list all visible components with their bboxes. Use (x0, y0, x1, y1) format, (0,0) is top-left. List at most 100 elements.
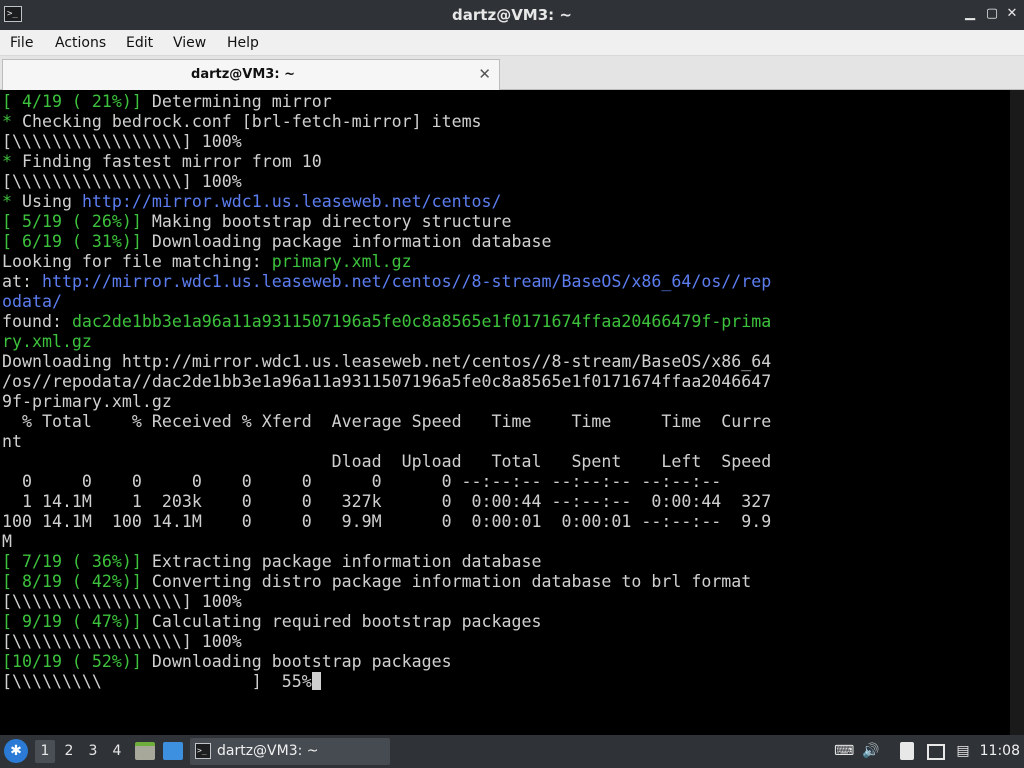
terminal-scrollbar[interactable] (1010, 90, 1024, 735)
volume-icon[interactable]: 🔊 (862, 742, 880, 760)
terminal-line: 100 14.1M 100 14.1M 0 0 9.9M 0 0:00:01 0… (2, 512, 771, 532)
terminal-text-segment: Downloading bootstrap packages (141, 652, 452, 671)
terminal-line: [\\\\\\\\\\\\\\\\\] 100% (2, 132, 771, 152)
terminal-line: ry.xml.gz (2, 332, 771, 352)
menu-edit[interactable]: Edit (126, 30, 153, 56)
terminal-line: 1 14.1M 1 203k 0 0 327k 0 0:00:44 --:--:… (2, 492, 771, 512)
desktop-1-button[interactable]: 1 (35, 740, 55, 763)
terminal-text-segment: [ 7/19 ( 36%)] (2, 552, 142, 571)
terminal-text-segment: Converting distro package information da… (141, 572, 752, 591)
terminal-line: [ 9/19 ( 47%)] Calculating required boot… (2, 612, 771, 632)
terminal-line: [\\\\\\\\\\\\\\\\\] 100% (2, 632, 771, 652)
terminal-line: Looking for file matching: primary.xml.g… (2, 252, 771, 272)
terminal-output: [ 4/19 ( 21%)] Determining mirror * Check… (2, 92, 771, 692)
menu-actions[interactable]: Actions (55, 30, 106, 56)
terminal-line: [ 8/19 ( 42%)] Converting distro package… (2, 572, 771, 592)
terminal-line: Dload Upload Total Spent Left Speed (2, 452, 772, 472)
terminal-text-segment: [ 4/19 ( 21%)] (2, 92, 142, 111)
terminal-line: % Total % Received % Xferd Average Speed… (2, 412, 771, 432)
terminal-text-segment: ry.xml.gz (2, 332, 92, 351)
clock: 11:08 (979, 743, 1020, 759)
terminal-text-segment: at: (2, 272, 42, 291)
menu-view[interactable]: View (173, 30, 206, 56)
tab-title: dartz@VM3: ~ (191, 67, 295, 82)
network-icon[interactable]: ▤ (954, 742, 972, 760)
desktop-2-button[interactable]: 2 (59, 740, 79, 763)
terminal-text-segment: primary.xml.gz (271, 252, 412, 271)
terminal-task-icon: >_ (195, 743, 211, 759)
terminal-line: at: http://mirror.wdc1.us.leaseweb.net/c… (2, 272, 771, 292)
terminal-line: [ 7/19 ( 36%)] Extracting package inform… (2, 552, 771, 572)
terminal-text-segment: Finding fastest mirror from 10 (12, 152, 322, 171)
terminal-line: /os//repodata//dac2de1bb3e1a96a11a931150… (2, 372, 771, 392)
terminal-text-segment: Determining mirror (141, 92, 332, 111)
file-manager-icon[interactable] (135, 742, 155, 760)
maximize-button[interactable]: ▢ (984, 6, 1000, 22)
terminal-line: [\\\\\\\\\ ] 55% (2, 672, 771, 692)
minimize-button[interactable]: ▁ (962, 6, 978, 22)
taskbar-task-terminal[interactable]: >_ dartz@VM3: ~ (190, 738, 390, 765)
terminal-line: [\\\\\\\\\\\\\\\\\] 100% (2, 172, 771, 192)
start-menu-icon[interactable]: ✱ (4, 739, 28, 763)
terminal-text-segment: http://mirror.wdc1.us.leaseweb.net/cento… (81, 192, 502, 211)
terminal-text-segment: [\\\\\\\\\\\\\\\\\] 100% (2, 132, 242, 151)
terminal-text-segment: 0 0 0 0 0 0 0 0 --:--:-- --:--:-- --:--:… (2, 472, 722, 491)
menu-help[interactable]: Help (227, 30, 259, 56)
keyboard-icon[interactable]: ⌨ (834, 742, 854, 760)
terminal-text-segment: [ 8/19 ( 42%)] (2, 572, 142, 591)
terminal-text-segment: /os//repodata//dac2de1bb3e1a96a11a931150… (2, 372, 772, 391)
window-titlebar[interactable]: >_ dartz@VM3: ~ ▁ ▢ ✕ (0, 0, 1024, 30)
terminal-text-segment: Calculating required bootstrap packages (141, 612, 542, 631)
terminal-text-segment: [10/19 ( 52%)] (2, 652, 142, 671)
terminal-text-segment: [ 9/19 ( 47%)] (2, 612, 142, 631)
terminal-line: * Finding fastest mirror from 10 (2, 152, 771, 172)
terminal-text-segment: [\\\\\\\\\\\\\\\\\] 100% (2, 632, 242, 651)
terminal-text-segment: Using (12, 192, 82, 211)
terminal-line: found: dac2de1bb3e1a96a11a9311507196a5fe… (2, 312, 771, 332)
terminal-text-segment: Looking for file matching: (2, 252, 272, 271)
terminal-text-segment: Downloading http://mirror.wdc1.us.leasew… (2, 352, 772, 371)
terminal-text-segment: 1 14.1M 1 203k 0 0 327k 0 0:00:44 --:--:… (2, 492, 772, 511)
terminal-text-segment: % Total % Received % Xferd Average Speed… (2, 412, 772, 431)
desktop-4-button[interactable]: 4 (107, 740, 127, 763)
desktop-3-button[interactable]: 3 (83, 740, 103, 763)
maximize-icon: ▢ (985, 6, 999, 21)
terminal-line: [\\\\\\\\\\\\\\\\\] 100% (2, 592, 771, 612)
terminal-text-segment: * (2, 112, 12, 131)
tab-close-icon[interactable]: ✕ (478, 60, 491, 88)
tab-bar: dartz@VM3: ~ ✕ (0, 56, 1024, 90)
terminal-text-segment: found: (2, 312, 72, 331)
display-icon[interactable] (927, 744, 945, 760)
terminal-text-segment: * (2, 152, 12, 171)
terminal-text-segment: 100 14.1M 100 14.1M 0 0 9.9M 0 0:00:01 0… (2, 512, 772, 531)
terminal-text-segment: [\\\\\\\\\ ] 55% (2, 672, 312, 691)
terminal-text-segment: Downloading package information database (141, 232, 552, 251)
terminal-text-segment: [\\\\\\\\\\\\\\\\\] 100% (2, 592, 242, 611)
terminal-cursor (311, 672, 321, 690)
close-button[interactable]: ✕ (1004, 6, 1020, 22)
terminal-line: * Using http://mirror.wdc1.us.leaseweb.n… (2, 192, 771, 212)
menu-file[interactable]: File (10, 30, 33, 56)
terminal-line: [ 4/19 ( 21%)] Determining mirror (2, 92, 771, 112)
terminal-text-segment: [ 5/19 ( 26%)] (2, 212, 142, 231)
terminal-text-segment: [ 6/19 ( 31%)] (2, 232, 142, 251)
clipboard-icon[interactable] (900, 742, 914, 760)
tab-terminal[interactable]: dartz@VM3: ~ ✕ (2, 59, 500, 90)
terminal-area[interactable]: [ 4/19 ( 21%)] Determining mirror * Check… (0, 90, 1024, 735)
terminal-line: [10/19 ( 52%)] Downloading bootstrap pac… (2, 652, 771, 672)
terminal-text-segment: M (2, 532, 12, 551)
terminal-text-segment: Making bootstrap directory structure (141, 212, 512, 231)
terminal-text-segment: http://mirror.wdc1.us.leaseweb.net/cento… (41, 272, 772, 291)
show-desktop-icon[interactable] (163, 742, 183, 760)
terminal-line: nt (2, 432, 771, 452)
window-title: dartz@VM3: ~ (452, 6, 572, 24)
minimize-icon: ▁ (965, 6, 975, 21)
terminal-text-segment: Extracting package information database (141, 552, 542, 571)
terminal-line: [ 6/19 ( 31%)] Downloading package infor… (2, 232, 771, 252)
terminal-line: Downloading http://mirror.wdc1.us.leasew… (2, 352, 771, 372)
terminal-text-segment: [\\\\\\\\\\\\\\\\\] 100% (2, 172, 242, 191)
terminal-line: [ 5/19 ( 26%)] Making bootstrap director… (2, 212, 771, 232)
taskbar: ✱ 1 2 3 4 >_ dartz@VM3: ~ ⌨ 🔊 ▤ 11:08 (0, 735, 1024, 768)
menu-bar: File Actions Edit View Help (0, 30, 1024, 56)
terminal-text-segment: 9f-primary.xml.gz (2, 392, 172, 411)
